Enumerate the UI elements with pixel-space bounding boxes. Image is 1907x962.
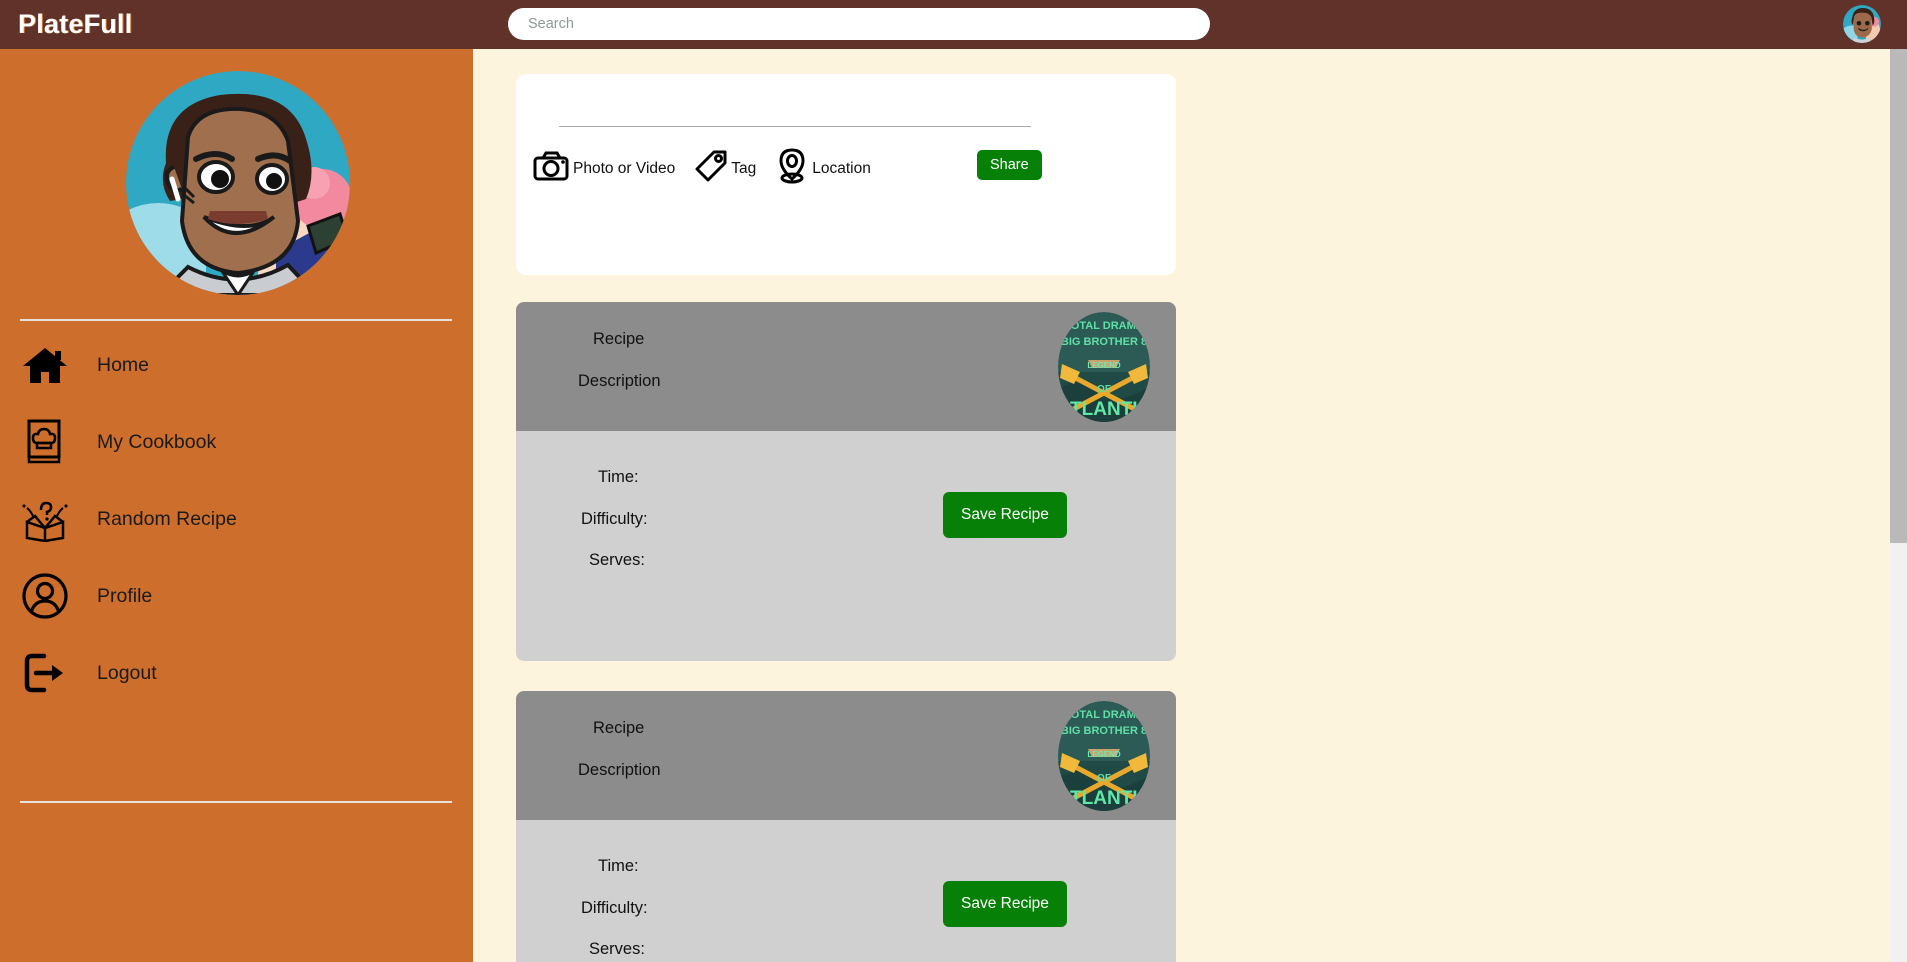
recipe-title-label: Recipe [593, 719, 645, 737]
person-circle-icon [20, 572, 70, 620]
cookbook-icon [20, 418, 70, 466]
location-button[interactable]: Location [774, 147, 871, 190]
recipe-description-label: Description [578, 372, 661, 390]
sidebar-divider-bottom [20, 801, 452, 803]
recipe-card-body: Time: Difficulty: Serves: Save Recipe [516, 431, 1176, 661]
recipe-serves-label: Serves: [589, 940, 645, 958]
recipe-card: Recipe Description TOTAL DRAMA BIG BROTH… [516, 691, 1176, 962]
composer-action-row: Photo or Video Tag Location [533, 147, 889, 190]
svg-text:OF: OF [1097, 384, 1111, 395]
save-recipe-button[interactable]: Save Recipe [943, 881, 1067, 927]
recipe-card: Recipe Description TOTAL DRAMA BIG BROTH… [516, 302, 1176, 661]
scrollbar-thumb[interactable] [1890, 49, 1907, 543]
save-recipe-button[interactable]: Save Recipe [943, 492, 1067, 538]
recipe-description-label: Description [578, 761, 661, 779]
svg-text:LEGEND: LEGEND [1087, 361, 1121, 370]
user-avatar-image [1843, 5, 1881, 43]
post-composer-card: Photo or Video Tag Location Share [516, 74, 1176, 275]
sidebar-item-label: My Cookbook [97, 430, 217, 453]
sidebar-item-random-recipe[interactable]: Random Recipe [0, 495, 473, 543]
sidebar-item-label: Logout [97, 661, 157, 684]
location-label: Location [812, 159, 871, 177]
sidebar-item-label: Profile [97, 584, 153, 607]
recipe-difficulty-label: Difficulty: [581, 899, 648, 917]
sidebar-item-my-cookbook[interactable]: My Cookbook [0, 418, 473, 466]
sidebar-item-label: Random Recipe [97, 507, 237, 530]
sidebar-item-profile[interactable]: Profile [0, 572, 473, 620]
photo-or-video-label: Photo or Video [573, 159, 676, 177]
svg-text:LEGEND: LEGEND [1087, 750, 1121, 759]
location-pin-icon [774, 147, 810, 190]
sidebar-profile-picture[interactable] [126, 71, 350, 295]
svg-text:OF: OF [1097, 773, 1111, 784]
share-button[interactable]: Share [977, 150, 1042, 180]
recipe-serves-label: Serves: [589, 551, 645, 569]
camera-icon [533, 150, 571, 187]
recipe-time-label: Time: [598, 857, 639, 875]
svg-text:TOTAL DRAMA: TOTAL DRAMA [1064, 709, 1143, 721]
main-content: Photo or Video Tag Location Share Recipe… [473, 49, 1890, 962]
recipe-card-header: Recipe Description TOTAL DRAMA BIG BROTH… [516, 302, 1176, 431]
sidebar-item-home[interactable]: Home [0, 341, 473, 389]
recipe-card-body: Time: Difficulty: Serves: Save Recipe [516, 820, 1176, 962]
tag-button[interactable]: Tag [693, 148, 756, 189]
recipe-difficulty-label: Difficulty: [581, 510, 648, 528]
app-logo-text: PlateFull [18, 9, 133, 39]
svg-text:BIG BROTHER 8: BIG BROTHER 8 [1061, 336, 1147, 348]
recipe-title-label: Recipe [593, 330, 645, 348]
user-avatar[interactable] [1843, 5, 1881, 43]
svg-text:ATLANTIS: ATLANTIS [1058, 788, 1150, 809]
photo-or-video-button[interactable]: Photo or Video [533, 150, 675, 187]
recipe-card-header: Recipe Description TOTAL DRAMA BIG BROTH… [516, 691, 1176, 820]
recipe-thumbnail-image: TOTAL DRAMA BIG BROTHER 8 LEGEND OF ATLA… [1058, 312, 1150, 422]
page-scrollbar[interactable] [1890, 49, 1907, 962]
sidebar-divider-top [20, 319, 452, 321]
sidebar-item-logout[interactable]: Logout [0, 649, 473, 697]
tag-label: Tag [731, 159, 757, 177]
sidebar-navigation: Home My Cookbook Random Recipe Profile L… [0, 341, 473, 726]
random-box-icon [20, 495, 70, 543]
logout-icon [20, 649, 70, 697]
home-icon [20, 341, 70, 389]
sidebar-item-label: Home [97, 353, 150, 376]
recipe-thumbnail[interactable]: TOTAL DRAMA BIG BROTHER 8 LEGEND OF ATLA… [1058, 701, 1150, 811]
composer-input-underline[interactable] [559, 126, 1031, 127]
svg-text:TOTAL DRAMA: TOTAL DRAMA [1064, 320, 1143, 332]
profile-avatar-image [126, 71, 350, 295]
search-field-wrapper [508, 8, 1210, 40]
svg-text:ATLANTIS: ATLANTIS [1058, 399, 1150, 420]
recipe-thumbnail[interactable]: TOTAL DRAMA BIG BROTHER 8 LEGEND OF ATLA… [1058, 312, 1150, 422]
search-input[interactable] [508, 8, 1210, 40]
tag-icon [693, 148, 729, 189]
top-navigation-bar: PlateFull [0, 0, 1907, 49]
recipe-thumbnail-image: TOTAL DRAMA BIG BROTHER 8 LEGEND OF ATLA… [1058, 701, 1150, 811]
sidebar: Home My Cookbook Random Recipe Profile L… [0, 49, 473, 962]
recipe-time-label: Time: [598, 468, 639, 486]
svg-text:BIG BROTHER 8: BIG BROTHER 8 [1061, 725, 1147, 737]
